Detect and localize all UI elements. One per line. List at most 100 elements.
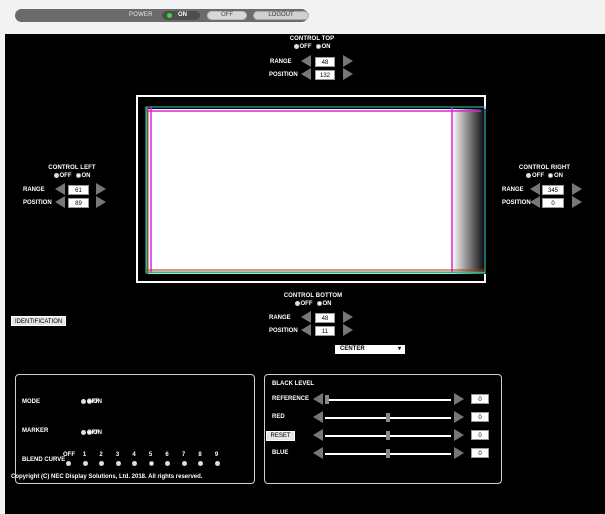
blend-curve-radio[interactable]	[165, 461, 170, 466]
control-right-off-label: OFF	[532, 173, 544, 180]
blend-curve-radio[interactable]	[82, 461, 88, 466]
slider-decrease-icon[interactable]	[313, 447, 323, 459]
control-left-position-label: POSITION	[23, 200, 52, 206]
control-bottom-range-increase-icon[interactable]	[343, 311, 353, 323]
control-top-range-decrease-icon[interactable]	[301, 55, 311, 67]
identification-button[interactable]: IDENTIFICATION	[11, 316, 67, 326]
control-right-range-value[interactable]: 345	[542, 185, 564, 195]
logout-button[interactable]: LOGOUT	[253, 11, 309, 20]
slider-label: BLUE	[272, 450, 289, 456]
control-left-off-radio[interactable]	[53, 173, 59, 178]
marker-off-radio[interactable]	[81, 430, 86, 435]
control-left-range-decrease-icon[interactable]	[55, 183, 65, 195]
blend-curve-label: BLEND CURVE	[22, 457, 66, 463]
control-left-position-value[interactable]: 89	[68, 198, 89, 208]
control-right-range-decrease-icon[interactable]	[530, 183, 540, 195]
power-control-bar: POWER ON OFF LOGOUT	[15, 9, 309, 22]
blend-preview-screen	[136, 95, 486, 283]
blend-curve-option-label: 6	[165, 452, 169, 458]
control-right-off-radio[interactable]	[526, 173, 531, 178]
blend-curve-radio[interactable]	[99, 461, 104, 466]
slider-thumb[interactable]	[325, 395, 329, 404]
control-left-on-radio[interactable]	[75, 173, 81, 178]
control-top-range-value[interactable]: 48	[315, 57, 335, 67]
control-left-range-increase-icon[interactable]	[96, 183, 106, 195]
control-bottom-position-decrease-icon[interactable]	[301, 324, 311, 336]
control-right-on-label: ON	[554, 173, 563, 180]
blend-curve-radio[interactable]	[198, 461, 203, 466]
mode-off-label: OFF	[87, 399, 99, 405]
power-label: POWER	[129, 12, 153, 18]
mode-off-radio[interactable]	[81, 399, 86, 404]
control-bottom-range-decrease-icon[interactable]	[301, 311, 311, 323]
control-right-on-radio[interactable]	[548, 173, 553, 178]
slider-decrease-icon[interactable]	[313, 429, 323, 441]
slider-value[interactable]: 0	[471, 394, 489, 404]
control-bottom-off-radio[interactable]	[294, 301, 300, 306]
blend-curve-radio[interactable]	[181, 461, 187, 466]
black-level-select-value: CENTER	[340, 346, 365, 352]
control-bottom-on-radio[interactable]	[316, 301, 322, 306]
control-right: CONTROL RIGHT OFF ON	[512, 165, 577, 179]
mode-label: MODE	[22, 399, 40, 405]
control-left-range-value[interactable]: 61	[68, 185, 89, 195]
control-bottom-position-increase-icon[interactable]	[343, 324, 353, 336]
control-top-position-decrease-icon[interactable]	[301, 68, 311, 80]
slider-increase-icon[interactable]	[454, 411, 464, 423]
top-bar: POWER ON OFF LOGOUT	[0, 0, 605, 34]
control-left-on-label: ON	[81, 173, 91, 180]
marker-label: MARKER	[22, 428, 49, 434]
control-top-range-label: RANGE	[270, 59, 292, 65]
control-top-position-value[interactable]: 132	[315, 70, 335, 80]
slider-increase-icon[interactable]	[454, 393, 464, 405]
blend-curve-radio[interactable]	[214, 461, 220, 466]
blend-curve-radio[interactable]	[66, 461, 71, 466]
control-top-on-radio[interactable]	[315, 44, 321, 49]
marker-off-label: OFF	[87, 430, 99, 436]
control-bottom: CONTROL BOTTOM OFF ON	[283, 293, 343, 307]
blend-curve-option-label: 7	[181, 452, 186, 458]
control-top-position-increase-icon[interactable]	[343, 68, 353, 80]
black-level-select[interactable]: CENTER ▾	[335, 345, 405, 354]
control-right-range-increase-icon[interactable]	[572, 183, 582, 195]
slider-track[interactable]	[325, 399, 451, 401]
control-right-position-increase-icon[interactable]	[572, 196, 582, 208]
power-off-button[interactable]: OFF	[207, 11, 247, 20]
control-bottom-on-label: ON	[322, 301, 332, 308]
control-bottom-range-value[interactable]: 48	[315, 313, 335, 323]
control-bottom-position-label: POSITION	[269, 328, 298, 334]
control-right-position-value[interactable]: 0	[542, 198, 564, 208]
control-top-off-radio[interactable]	[293, 44, 299, 49]
blend-curve-option-label: 1	[82, 452, 87, 458]
slider-increase-icon[interactable]	[454, 447, 464, 459]
control-top-range-increase-icon[interactable]	[343, 55, 353, 67]
control-right-position-decrease-icon[interactable]	[530, 196, 540, 208]
slider-thumb[interactable]	[386, 431, 390, 440]
control-bottom-off-label: OFF	[300, 301, 313, 308]
slider-increase-icon[interactable]	[454, 429, 464, 441]
control-right-range-label: RANGE	[502, 187, 524, 193]
control-bottom-range-label: RANGE	[269, 315, 291, 321]
control-left-position-decrease-icon[interactable]	[55, 196, 65, 208]
slider-value[interactable]: 0	[471, 430, 489, 440]
slider-value[interactable]: 0	[471, 448, 489, 458]
slider-thumb[interactable]	[386, 449, 390, 458]
slider-value[interactable]: 0	[471, 412, 489, 422]
power-on-label: ON	[178, 12, 187, 18]
control-bottom-position-value[interactable]: 11	[315, 326, 335, 336]
blend-curve-option-label: 5	[148, 452, 153, 458]
power-on-button[interactable]: ON	[162, 11, 200, 20]
marker-toggle: OFF ON	[81, 430, 102, 436]
blend-curve-radio[interactable]	[132, 461, 137, 466]
reset-button[interactable]: RESET	[266, 431, 295, 441]
blend-curve-radio[interactable]	[115, 461, 121, 466]
blend-curve-radio[interactable]	[148, 461, 154, 466]
blend-curve-option-label: 4	[132, 452, 136, 458]
slider-thumb[interactable]	[386, 413, 390, 422]
slider-decrease-icon[interactable]	[313, 393, 323, 405]
slider-label: RED	[272, 414, 285, 420]
control-left-position-increase-icon[interactable]	[96, 196, 106, 208]
black-level-panel: BLACK LEVEL REFERENCE0RED0GREEN0BLUE0	[264, 374, 502, 484]
slider-decrease-icon[interactable]	[313, 411, 323, 423]
control-left: CONTROL LEFT OFF ON	[42, 165, 102, 179]
